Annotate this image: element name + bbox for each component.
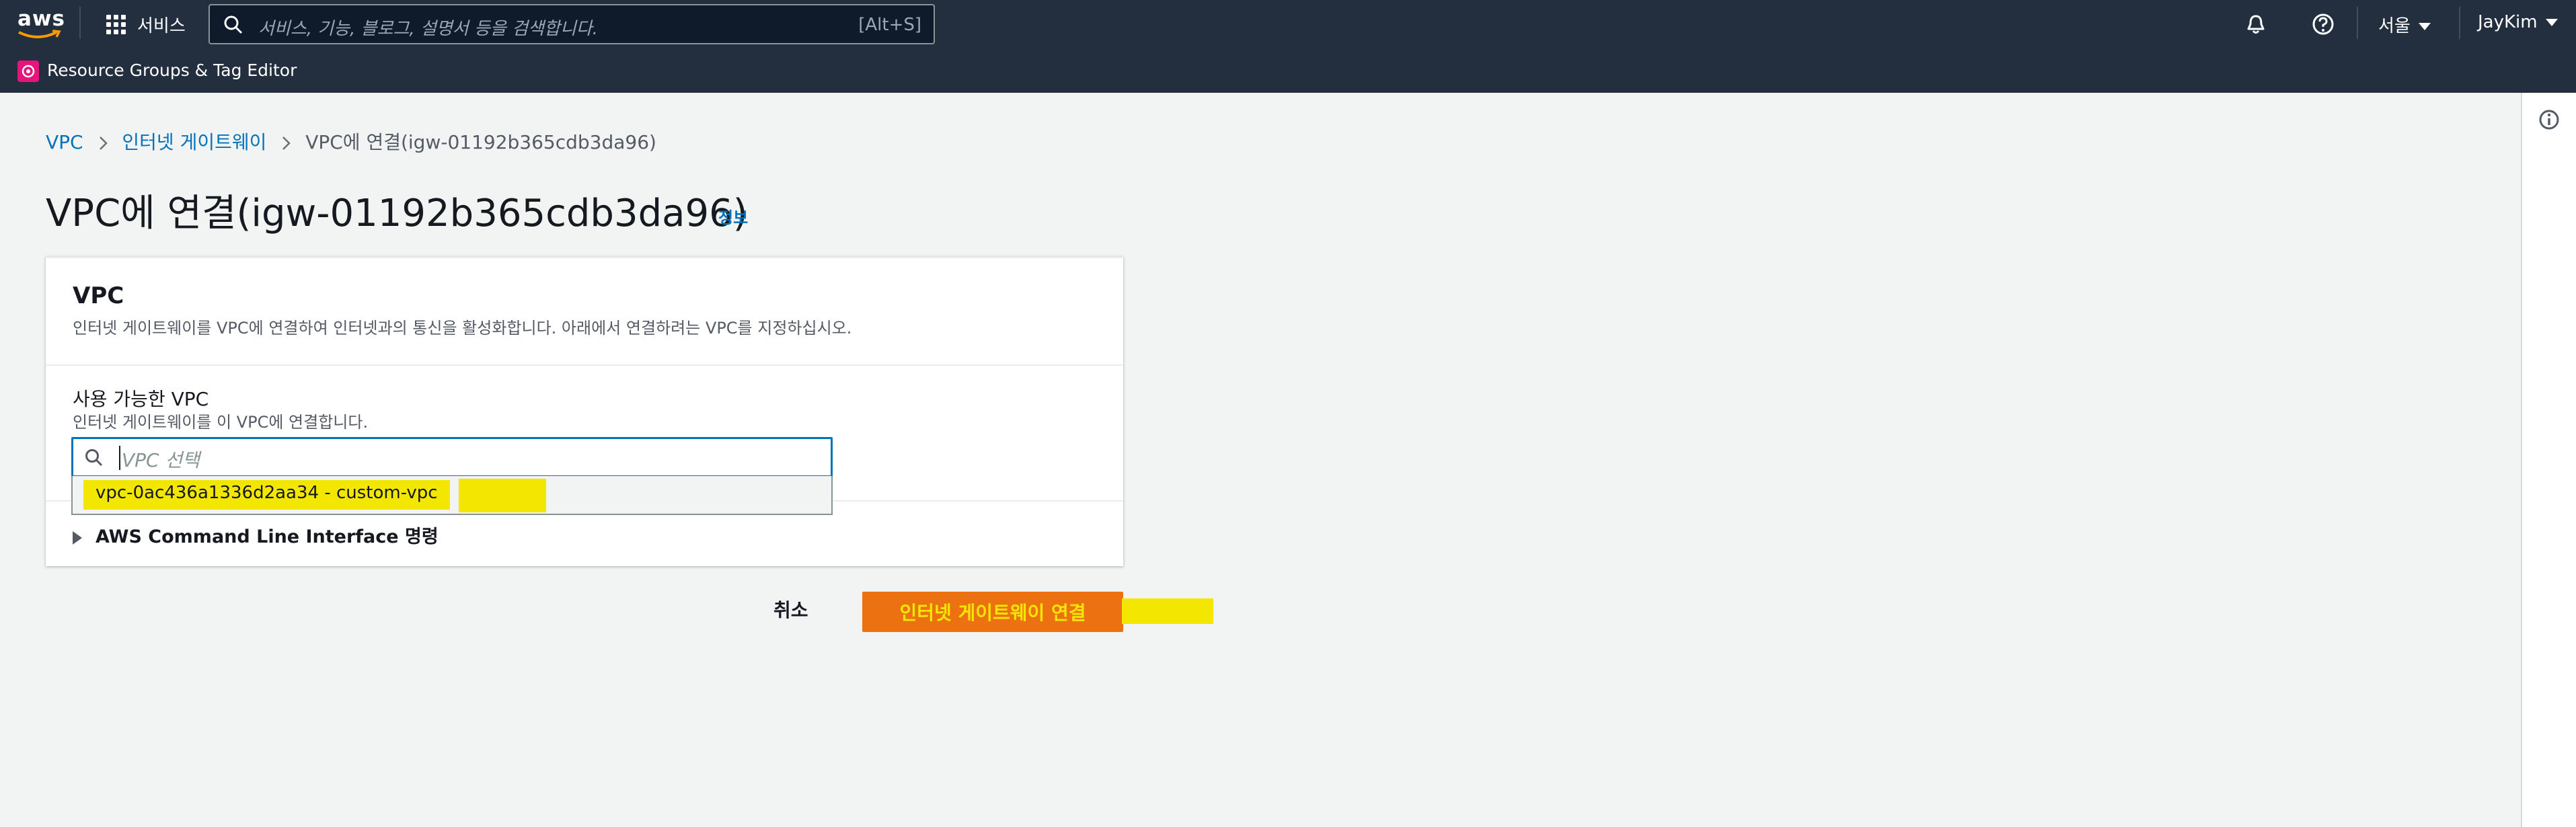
aws-logo-text: aws <box>17 7 66 31</box>
breadcrumb-vpc[interactable]: VPC <box>46 131 83 153</box>
caret-down-icon <box>2545 19 2558 26</box>
vpc-option[interactable]: vpc-0ac436a1336d2aa34 - custom-vpc <box>83 480 450 510</box>
user-menu[interactable]: JayKim <box>2478 12 2558 32</box>
vpc-select-input[interactable]: VPC 선택 <box>71 437 833 477</box>
cancel-button[interactable]: 취소 <box>773 596 808 623</box>
search-shortcut: [Alt+S] <box>858 15 921 35</box>
services-menu-button[interactable]: 서비스 <box>137 12 186 37</box>
bell-icon[interactable] <box>2244 12 2268 36</box>
resource-groups-icon <box>17 61 39 82</box>
panel-header: VPC 인터넷 게이트웨이를 VPC에 연결하여 인터넷과의 통신을 활성화합니… <box>46 258 1123 366</box>
aws-smile-icon <box>18 30 61 38</box>
cli-expander[interactable]: AWS Command Line Interface 명령 <box>73 522 439 549</box>
help-icon[interactable] <box>2311 12 2335 36</box>
vpc-panel: VPC 인터넷 게이트웨이를 VPC에 연결하여 인터넷과의 통신을 활성화합니… <box>46 257 1123 566</box>
vpc-dropdown: vpc-0ac436a1336d2aa34 - custom-vpc <box>71 476 833 515</box>
help-panel-rail <box>2521 93 2576 827</box>
search-placeholder: 서비스, 기능, 블로그, 설명서 등을 검색합니다. <box>258 19 598 39</box>
text-cursor <box>119 446 120 470</box>
search-input[interactable]: 서비스, 기능, 블로그, 설명서 등을 검색합니다. [Alt+S] <box>209 4 935 44</box>
breadcrumb-current: VPC에 연결(igw-01192b365cdb3da96) <box>305 131 656 153</box>
page-title: VPC에 연결(igw-01192b365cdb3da96) <box>46 192 748 235</box>
field-label: 사용 가능한 VPC <box>73 388 209 410</box>
nav-divider <box>2459 7 2460 39</box>
search-icon <box>224 15 243 34</box>
attach-internet-gateway-button[interactable]: 인터넷 게이트웨이 연결 <box>862 592 1123 632</box>
field-description: 인터넷 게이트웨이를 이 VPC에 연결합니다. <box>73 413 369 432</box>
chevron-right-icon <box>282 136 291 150</box>
region-selector[interactable]: 서울 <box>2378 12 2431 37</box>
breadcrumb: VPC 인터넷 게이트웨이 VPC에 연결(igw-01192b365cdb3d… <box>46 128 656 155</box>
cli-label: AWS Command Line Interface 명령 <box>96 526 439 547</box>
pinned-service-link[interactable]: Resource Groups & Tag Editor <box>47 61 297 80</box>
highlight-mark <box>459 479 546 512</box>
breadcrumb-internet-gateway[interactable]: 인터넷 게이트웨이 <box>122 131 266 153</box>
user-name: JayKim <box>2478 12 2538 32</box>
chevron-right-icon <box>99 136 108 150</box>
caret-right-icon <box>73 530 82 545</box>
panel-title: VPC <box>73 282 124 309</box>
grid-icon[interactable] <box>106 15 126 35</box>
nav-divider <box>2357 7 2358 39</box>
aws-logo[interactable]: aws <box>17 5 66 40</box>
panel-description: 인터넷 게이트웨이를 VPC에 연결하여 인터넷과의 통신을 활성화합니다. 아… <box>73 319 852 338</box>
search-icon <box>85 449 103 467</box>
top-navigation: aws 서비스 서비스, 기능, 블로그, 설명서 등을 검색합니다. [Alt… <box>0 0 2576 93</box>
nav-bar: aws 서비스 서비스, 기능, 블로그, 설명서 등을 검색합니다. [Alt… <box>0 0 2576 47</box>
select-placeholder: VPC 선택 <box>122 449 200 471</box>
region-label: 서울 <box>2378 16 2411 36</box>
nav-divider <box>79 7 81 39</box>
highlight-mark <box>1122 598 1213 624</box>
info-link[interactable]: 정보 <box>718 204 748 228</box>
info-icon[interactable] <box>2537 108 2561 132</box>
caret-down-icon <box>2418 23 2431 30</box>
